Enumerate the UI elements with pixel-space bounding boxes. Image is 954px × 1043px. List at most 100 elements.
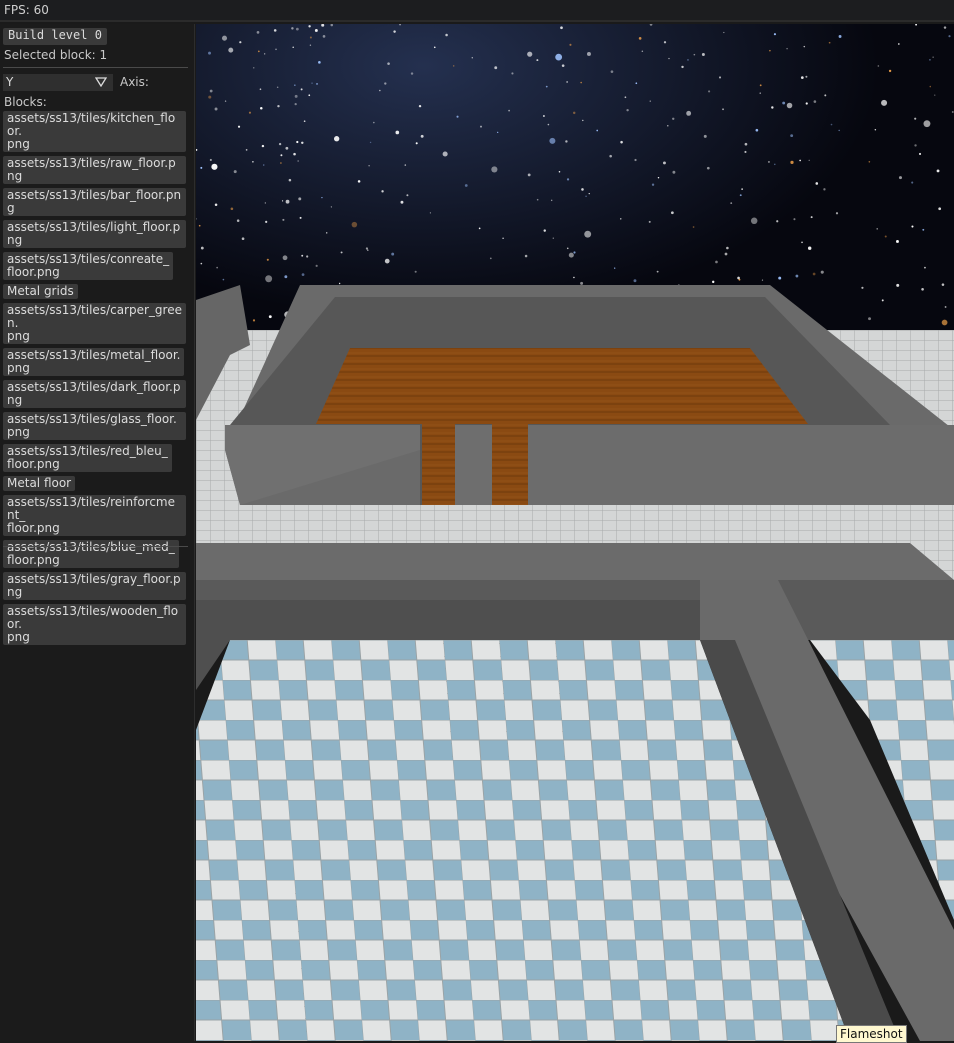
star bbox=[838, 129, 840, 132]
fps-counter: FPS: 60 bbox=[4, 3, 49, 17]
star bbox=[265, 220, 268, 224]
star bbox=[923, 120, 931, 128]
star bbox=[311, 82, 313, 84]
block-item[interactable]: assets/ss13/tiles/reinforcment_ floor.pn… bbox=[3, 495, 186, 536]
star bbox=[536, 198, 539, 201]
star bbox=[868, 160, 871, 163]
star bbox=[301, 273, 305, 277]
star bbox=[261, 144, 265, 148]
star bbox=[265, 275, 273, 283]
divider bbox=[3, 546, 188, 547]
star bbox=[308, 94, 311, 97]
star bbox=[384, 82, 387, 85]
star bbox=[456, 115, 459, 118]
star bbox=[737, 276, 740, 280]
star bbox=[803, 45, 806, 48]
star bbox=[638, 37, 642, 40]
star bbox=[815, 182, 819, 185]
block-item[interactable]: assets/ss13/tiles/gray_floor.png bbox=[3, 572, 186, 600]
star bbox=[208, 95, 212, 99]
star bbox=[793, 218, 796, 221]
star bbox=[835, 212, 839, 215]
star bbox=[573, 276, 575, 279]
star bbox=[662, 161, 666, 165]
star bbox=[569, 43, 572, 46]
star bbox=[759, 92, 761, 94]
star bbox=[663, 41, 667, 44]
star bbox=[722, 108, 724, 111]
star bbox=[294, 94, 298, 98]
blocks-list: assets/ss13/tiles/kitchen_floor. png asse… bbox=[3, 111, 189, 649]
star bbox=[808, 159, 810, 161]
star bbox=[445, 33, 448, 37]
star bbox=[494, 66, 498, 70]
wall-band-face bbox=[196, 580, 954, 600]
block-item[interactable]: assets/ss13/tiles/conreate_ floor.png bbox=[3, 252, 174, 280]
star bbox=[297, 160, 299, 162]
block-item[interactable]: Metal floor bbox=[3, 476, 76, 491]
star bbox=[626, 108, 629, 112]
star bbox=[672, 170, 676, 174]
star bbox=[369, 141, 372, 144]
blocks-label: Blocks: bbox=[4, 95, 47, 109]
star bbox=[585, 195, 587, 197]
star bbox=[280, 154, 283, 157]
star bbox=[209, 89, 213, 93]
star bbox=[897, 43, 900, 45]
star bbox=[200, 166, 203, 169]
wall-pillar bbox=[455, 425, 492, 505]
block-item[interactable]: assets/ss13/tiles/carper_green. png bbox=[3, 303, 186, 344]
star bbox=[452, 65, 455, 67]
block-item[interactable]: assets/ss13/tiles/light_floor.png bbox=[3, 220, 186, 248]
star bbox=[306, 255, 309, 258]
block-item[interactable]: assets/ss13/tiles/metal_floor. png bbox=[3, 348, 185, 376]
axis-dropdown[interactable]: Y bbox=[3, 74, 113, 91]
block-item[interactable]: assets/ss13/tiles/bar_floor.png bbox=[3, 188, 186, 216]
star bbox=[750, 217, 758, 225]
block-item[interactable]: Metal grids bbox=[3, 284, 78, 299]
star bbox=[211, 163, 218, 170]
block-item[interactable]: assets/ss13/tiles/red_bleu_ floor.png bbox=[3, 444, 172, 472]
star bbox=[941, 319, 948, 326]
star bbox=[502, 237, 504, 240]
star bbox=[718, 76, 722, 79]
star bbox=[558, 170, 561, 173]
star bbox=[596, 129, 599, 132]
wood-corridor-left bbox=[422, 424, 455, 505]
star bbox=[868, 317, 872, 321]
block-item[interactable]: assets/ss13/tiles/kitchen_floor. png bbox=[3, 111, 186, 152]
star bbox=[911, 225, 914, 228]
star bbox=[634, 158, 637, 162]
star bbox=[368, 164, 370, 167]
star bbox=[527, 51, 533, 57]
star bbox=[391, 252, 395, 256]
star bbox=[800, 76, 804, 80]
3d-viewport[interactable] bbox=[196, 24, 954, 1041]
star bbox=[288, 178, 292, 182]
block-item[interactable]: assets/ss13/tiles/glass_floor.png bbox=[3, 412, 186, 440]
star bbox=[755, 128, 759, 132]
block-item[interactable]: assets/ss13/tiles/wooden_floor. png bbox=[3, 604, 186, 645]
star bbox=[536, 59, 539, 62]
star bbox=[790, 160, 794, 164]
star bbox=[805, 75, 808, 78]
block-item[interactable]: assets/ss13/tiles/dark_floor.png bbox=[3, 380, 186, 408]
star bbox=[580, 281, 584, 285]
star bbox=[944, 306, 947, 308]
star bbox=[941, 283, 945, 286]
star bbox=[543, 229, 546, 232]
star bbox=[703, 134, 707, 138]
star bbox=[200, 262, 203, 265]
star bbox=[239, 41, 242, 44]
scene-render bbox=[196, 24, 954, 1041]
star bbox=[381, 190, 384, 193]
star bbox=[260, 106, 263, 110]
build-level-button[interactable]: Build level 0 bbox=[3, 28, 107, 45]
block-item[interactable]: assets/ss13/tiles/blue_med_ floor.png bbox=[3, 540, 179, 568]
star bbox=[620, 140, 623, 144]
star bbox=[649, 100, 651, 102]
block-item[interactable]: assets/ss13/tiles/raw_floor.png bbox=[3, 156, 186, 184]
star bbox=[824, 94, 827, 97]
editor-panel: Build level 0 Selected block: 1 Y Axis: … bbox=[0, 24, 195, 1041]
star bbox=[730, 202, 733, 204]
